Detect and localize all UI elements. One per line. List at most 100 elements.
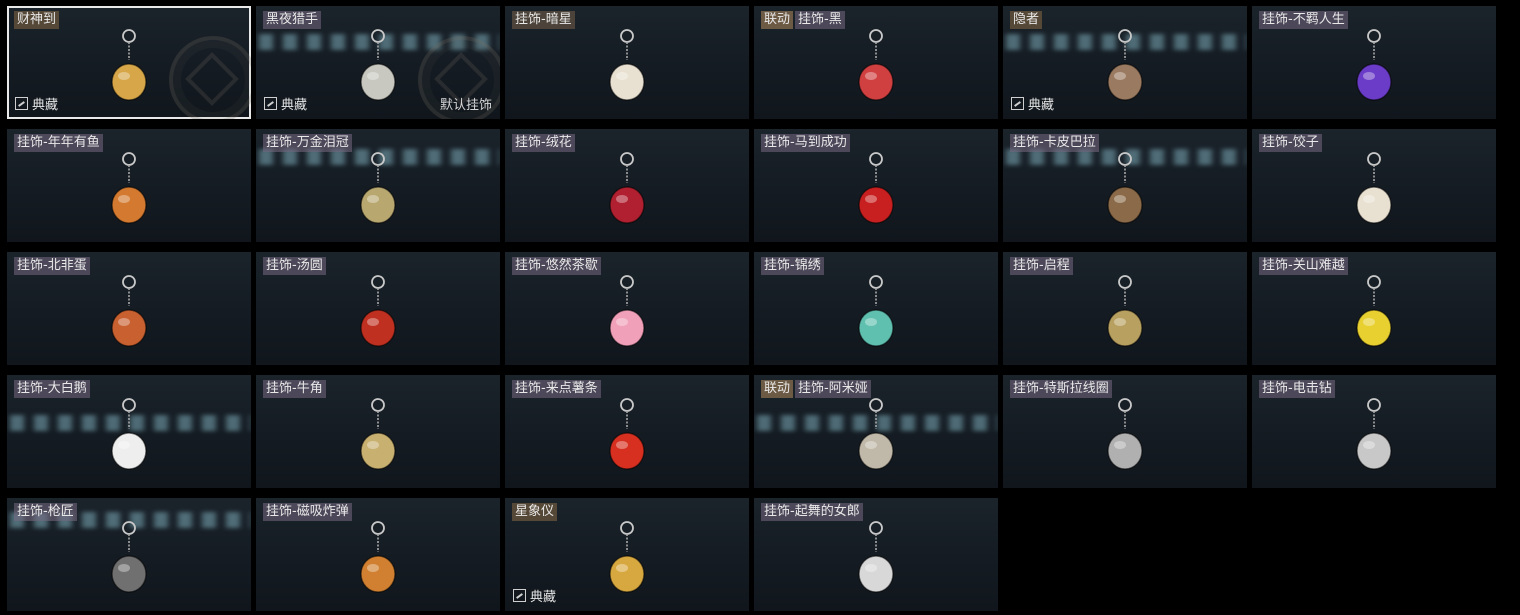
charm-card[interactable]: 挂饰-大白鹅	[7, 375, 251, 488]
charm-name-tag: 挂饰-万金泪冠	[263, 134, 352, 152]
charm-name: 财神到	[14, 11, 60, 29]
collab-badge: 联动	[761, 11, 794, 29]
cupcake-charm-icon	[609, 275, 645, 347]
charm-card[interactable]: 挂饰-牛角	[256, 375, 500, 488]
shakshuka-charm-icon	[111, 275, 147, 347]
charm-name: 挂饰-暗星	[512, 11, 575, 29]
bull-horns-charm-icon	[360, 398, 396, 470]
charm-card[interactable]: 挂饰-来点薯条	[505, 375, 749, 488]
charm-card[interactable]: 挂饰-年年有鱼	[7, 129, 251, 242]
charm-card[interactable]: 挂饰-万金泪冠	[256, 129, 500, 242]
charm-name-tag: 挂饰-汤圆	[263, 257, 326, 275]
charm-card[interactable]: 财神到 典藏	[7, 6, 251, 119]
dancer-statue-charm-icon	[858, 521, 894, 593]
charm-card[interactable]: 挂饰-特斯拉线圈	[1003, 375, 1247, 488]
black-tag-charm-icon	[858, 29, 894, 101]
legendary-badge: 典藏	[513, 586, 556, 605]
charm-card[interactable]: 挂饰-不羁人生	[1252, 6, 1496, 119]
gunsmith-case-charm-icon	[111, 521, 147, 593]
charm-card[interactable]: 挂饰-绒花	[505, 129, 749, 242]
charm-name: 挂饰-关山难越	[1259, 257, 1348, 275]
collection-icon	[1011, 97, 1024, 110]
charm-name: 挂饰-悠然茶歇	[512, 257, 601, 275]
charm-card[interactable]: 挂饰-起舞的女郎	[754, 498, 998, 611]
charm-name: 挂饰-饺子	[1259, 134, 1322, 152]
rose-charm-icon	[609, 152, 645, 224]
charm-name-tag: 挂饰-绒花	[512, 134, 575, 152]
charm-name: 隐者	[1010, 11, 1043, 29]
charm-card[interactable]: 挂饰-启程	[1003, 252, 1247, 365]
legendary-label: 典藏	[281, 98, 308, 113]
fish-plate-charm-icon	[111, 152, 147, 224]
charm-card[interactable]: 挂饰-枪匠	[7, 498, 251, 611]
legendary-badge: 典藏	[1011, 94, 1054, 113]
charm-name-tag: 挂饰-饺子	[1259, 134, 1322, 152]
charm-name-tag: 挂饰-悠然茶歇	[512, 257, 601, 275]
charm-name: 挂饰-特斯拉线圈	[1010, 380, 1112, 398]
butterfly-charm-icon	[858, 275, 894, 347]
charm-name: 挂饰-磁吸炸弹	[263, 503, 352, 521]
charm-card[interactable]: 挂饰-马到成功	[754, 129, 998, 242]
charm-card[interactable]: 挂饰-卡皮巴拉	[1003, 129, 1247, 242]
charm-card[interactable]: 挂饰-北非蛋	[7, 252, 251, 365]
tangyuan-bowl-charm-icon	[360, 275, 396, 347]
charm-card[interactable]: 挂饰-关山难越	[1252, 252, 1496, 365]
charm-card[interactable]: 联动 挂饰-阿米娅	[754, 375, 998, 488]
charm-name: 挂饰-北非蛋	[14, 257, 90, 275]
charm-card[interactable]: 挂饰-悠然茶歇	[505, 252, 749, 365]
charm-card[interactable]: 挂饰-磁吸炸弹	[256, 498, 500, 611]
charm-card[interactable]: 挂饰-饺子	[1252, 129, 1496, 242]
fries-charm-icon	[609, 398, 645, 470]
night-hunter-charm-icon	[360, 29, 396, 101]
tesla-coil-charm-icon	[1107, 398, 1143, 470]
charm-name: 挂饰-大白鹅	[14, 380, 90, 398]
charm-name: 黑夜猎手	[263, 11, 322, 29]
charm-name: 挂饰-枪匠	[14, 503, 77, 521]
charm-name: 挂饰-万金泪冠	[263, 134, 352, 152]
charm-name-tag: 挂饰-不羁人生	[1259, 11, 1348, 29]
charm-name-tag: 挂饰-关山难越	[1259, 257, 1348, 275]
collection-icon	[264, 97, 277, 110]
charm-name-tag: 隐者	[1010, 11, 1043, 29]
charm-card[interactable]: 黑夜猎手典藏 默认挂饰	[256, 6, 500, 119]
charm-name: 挂饰-起舞的女郎	[761, 503, 863, 521]
charm-card[interactable]: 挂饰-汤圆	[256, 252, 500, 365]
legendary-badge: 典藏	[264, 94, 307, 113]
charm-name: 挂饰-卡皮巴拉	[1010, 134, 1099, 152]
charm-name: 挂饰-汤圆	[263, 257, 326, 275]
amiya-charm-icon	[858, 398, 894, 470]
charm-grid: 财神到 典藏 黑夜猎手 典藏 默认挂饰 挂饰-暗星 联动 挂饰-黑 隐者 典藏 挂饰-不羁人生 挂饰-…	[0, 0, 1520, 615]
charm-card[interactable]: 挂饰-电击钻	[1252, 375, 1496, 488]
charm-name: 星象仪	[512, 503, 558, 521]
magnet-bomb-charm-icon	[360, 521, 396, 593]
charm-card[interactable]: 联动 挂饰-黑	[754, 6, 998, 119]
capybara-charm-icon	[1107, 152, 1143, 224]
charm-name: 挂饰-阿米娅	[795, 380, 871, 398]
charm-name: 挂饰-牛角	[263, 380, 326, 398]
charm-name: 挂饰-不羁人生	[1259, 11, 1348, 29]
charm-name-tag: 挂饰-特斯拉线圈	[1010, 380, 1112, 398]
charm-name: 挂饰-绒花	[512, 134, 575, 152]
charm-name-tag: 挂饰-暗星	[512, 11, 575, 29]
hermit-card-charm-icon	[1107, 29, 1143, 101]
legendary-label: 典藏	[1028, 98, 1055, 113]
collab-badge: 联动	[761, 380, 794, 398]
default-charm-label: 默认挂饰	[439, 98, 492, 113]
charm-name-tag: 挂饰-来点薯条	[512, 380, 601, 398]
charm-name-tag: 挂饰-启程	[1010, 257, 1073, 275]
charm-card[interactable]: 挂饰-暗星	[505, 6, 749, 119]
charm-name: 挂饰-黑	[795, 11, 845, 29]
charm-card[interactable]: 挂饰-锦绣	[754, 252, 998, 365]
burger-charm-icon	[360, 152, 396, 224]
astrolabe-charm-icon	[609, 521, 645, 593]
charm-name-tag: 挂饰-大白鹅	[14, 380, 90, 398]
collection-icon	[15, 97, 28, 110]
charm-card[interactable]: 星象仪典藏	[505, 498, 749, 611]
charm-name: 挂饰-马到成功	[761, 134, 850, 152]
charm-card[interactable]: 隐者典藏	[1003, 6, 1247, 119]
emblem-watermark-icon	[169, 36, 251, 119]
legendary-label: 典藏	[530, 590, 557, 605]
charm-name-tag: 挂饰-年年有鱼	[14, 134, 103, 152]
charm-name-tag: 挂饰-磁吸炸弹	[263, 503, 352, 521]
goose-charm-icon	[111, 398, 147, 470]
